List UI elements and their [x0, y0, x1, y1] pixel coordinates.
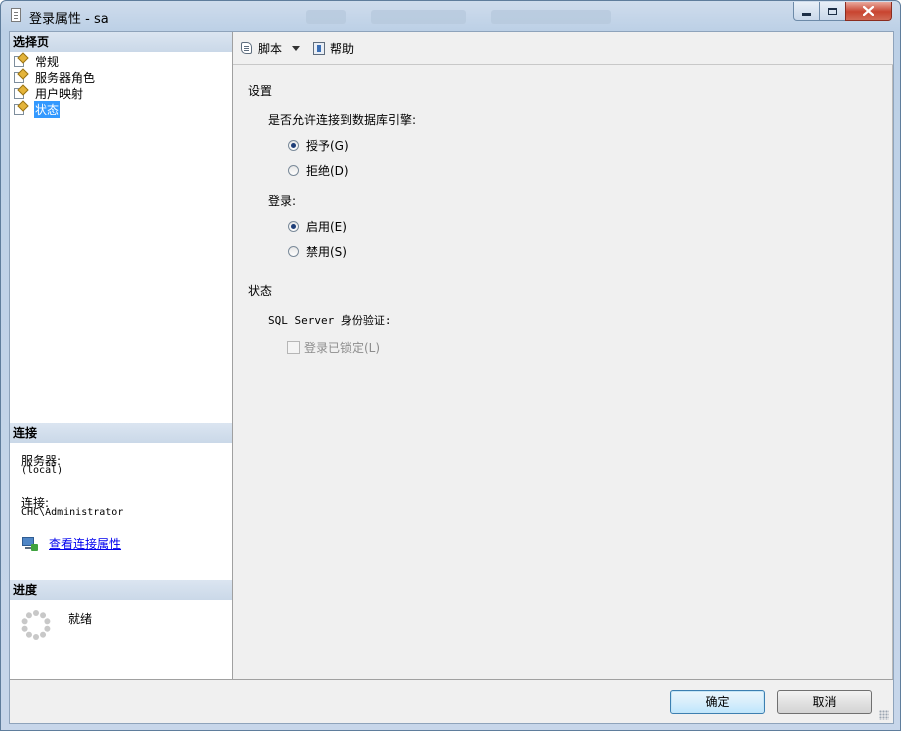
page-settings-icon	[13, 100, 29, 116]
enable-label: 启用(E)	[306, 220, 347, 234]
help-button[interactable]: 帮助	[312, 40, 354, 57]
window-title: 登录属性 - sa	[29, 12, 109, 27]
progress-spinner-icon	[20, 610, 52, 640]
script-button[interactable]: 脚本	[240, 40, 301, 57]
login-label: 登录:	[268, 194, 297, 208]
page-item-server-roles[interactable]: 服务器角色	[13, 68, 96, 85]
permission-question: 是否允许连接到数据库引擎:	[268, 113, 417, 127]
background-toolbar-ghost	[371, 10, 466, 24]
page-item-status[interactable]: 状态	[13, 100, 61, 118]
server-value: (local)	[21, 465, 64, 476]
minimize-button[interactable]	[793, 2, 820, 21]
chevron-down-icon[interactable]	[292, 46, 301, 51]
document-icon	[11, 8, 21, 22]
deny-radio-option[interactable]: 拒绝(D)	[288, 162, 349, 179]
cancel-button[interactable]: 取消	[777, 690, 872, 714]
progress-status: 就绪	[68, 612, 93, 626]
page-item-label: 服务器角色	[35, 70, 96, 85]
settings-header: 设置	[248, 84, 273, 98]
grant-label: 授予(G)	[306, 139, 349, 153]
enable-radio[interactable]	[288, 221, 299, 232]
page-item-user-mapping[interactable]: 用户映射	[13, 84, 84, 101]
left-pane: 选择页 常规 服务器角色 用户映射 状态 连接 服务器: (local) 连接:…	[10, 32, 233, 679]
grant-radio-option[interactable]: 授予(G)	[288, 137, 349, 154]
grant-radio[interactable]	[288, 140, 299, 151]
disable-radio[interactable]	[288, 246, 299, 257]
resize-grip-icon[interactable]	[879, 710, 889, 720]
page-item-label: 常规	[35, 54, 60, 69]
page-item-label: 用户映射	[35, 86, 84, 101]
close-button[interactable]	[845, 2, 892, 21]
view-connection-properties[interactable]: 查看连接属性	[21, 535, 121, 552]
page-settings-icon	[13, 84, 29, 100]
maximize-icon	[828, 7, 837, 15]
page-settings-icon	[13, 68, 29, 84]
script-label: 脚本	[258, 42, 283, 56]
help-label: 帮助	[330, 42, 355, 56]
script-icon	[240, 41, 254, 56]
page-settings-icon	[13, 52, 29, 68]
enable-radio-option[interactable]: 启用(E)	[288, 218, 347, 235]
login-locked-label: 登录已锁定(L)	[304, 341, 381, 355]
connection-value: CHC\Administrator	[21, 507, 124, 518]
login-locked-option[interactable]: 登录已锁定(L)	[287, 339, 380, 356]
deny-radio[interactable]	[288, 165, 299, 176]
right-pane: 脚本 帮助 设置 是否允许连接到数据库引擎: 授予(G) 拒绝(D) 登录: 启…	[233, 32, 893, 679]
dialog-window: 登录属性 - sa 选择页 常规 服务器角色 用户映射 状态 连接 服务器: (…	[0, 0, 901, 731]
dialog-footer: 确定 取消	[10, 679, 893, 723]
sql-auth-label: SQL Server 身份验证:	[268, 314, 392, 327]
page-item-label: 状态	[34, 100, 61, 118]
view-connection-link[interactable]: 查看连接属性	[49, 535, 121, 552]
select-page-header: 选择页	[10, 32, 232, 52]
dialog-client: 选择页 常规 服务器角色 用户映射 状态 连接 服务器: (local) 连接:…	[9, 31, 894, 724]
connection-header: 连接	[10, 423, 232, 443]
login-locked-checkbox[interactable]	[287, 341, 300, 354]
deny-label: 拒绝(D)	[306, 164, 349, 178]
close-icon	[863, 6, 874, 16]
disable-label: 禁用(S)	[306, 245, 347, 259]
ok-button[interactable]: 确定	[670, 690, 765, 714]
disable-radio-option[interactable]: 禁用(S)	[288, 243, 347, 260]
progress-header: 进度	[10, 580, 232, 600]
title-bar[interactable]: 登录属性 - sa	[1, 1, 900, 31]
maximize-button[interactable]	[819, 2, 846, 21]
content-area: 设置 是否允许连接到数据库引擎: 授予(G) 拒绝(D) 登录: 启用(E) 禁…	[233, 65, 893, 679]
background-search-icon	[306, 10, 346, 24]
page-item-general[interactable]: 常规	[13, 52, 60, 69]
help-icon	[312, 41, 326, 56]
status-header: 状态	[248, 284, 273, 298]
minimize-icon	[802, 12, 811, 16]
background-toolbar-ghost-2	[491, 10, 611, 24]
connection-properties-icon	[21, 536, 39, 552]
toolbar: 脚本 帮助	[233, 32, 893, 65]
